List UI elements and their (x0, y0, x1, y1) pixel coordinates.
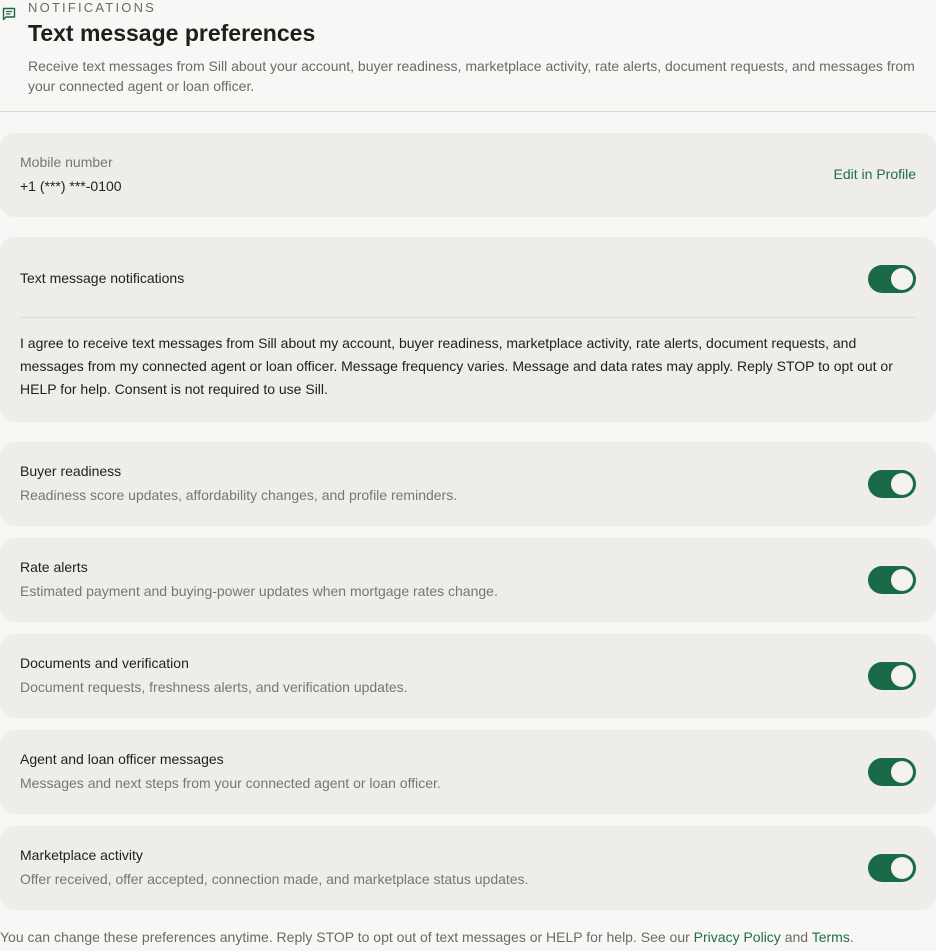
page-header: NOTIFICATIONS Text message preferences R… (0, 0, 936, 112)
divider (20, 317, 916, 318)
toggle-knob (891, 857, 913, 879)
buyer-readiness-toggle[interactable] (868, 470, 916, 498)
category-card-agent-messages: Agent and loan officer messages Messages… (0, 730, 936, 814)
mobile-number-label: Mobile number (20, 154, 113, 170)
category-card-rate-alerts: Rate alerts Estimated payment and buying… (0, 538, 936, 622)
toggle-knob (891, 761, 913, 783)
sms-master-toggle[interactable] (868, 265, 916, 293)
message-icon (1, 6, 17, 22)
toggle-knob (891, 473, 913, 495)
category-title: Agent and loan officer messages (20, 751, 224, 767)
section-eyebrow: NOTIFICATIONS (28, 0, 157, 15)
edit-in-profile-link[interactable]: Edit in Profile (834, 166, 916, 182)
terms-link[interactable]: Terms (812, 929, 850, 945)
privacy-policy-link[interactable]: Privacy Policy (694, 929, 781, 945)
category-title: Marketplace activity (20, 847, 143, 863)
category-card-buyer-readiness: Buyer readiness Readiness score updates,… (0, 442, 936, 526)
footer-text: You can change these preferences anytime… (0, 929, 690, 945)
rate-alerts-toggle[interactable] (868, 566, 916, 594)
category-description: Messages and next steps from your connec… (20, 775, 441, 791)
category-title: Rate alerts (20, 559, 88, 575)
documents-toggle[interactable] (868, 662, 916, 690)
mobile-number-value: +1 (***) ***-0100 (20, 178, 122, 194)
category-description: Offer received, offer accepted, connecti… (20, 871, 529, 887)
consent-text: I agree to receive text messages from Si… (20, 335, 893, 397)
category-card-marketplace: Marketplace activity Offer received, off… (0, 826, 936, 910)
toggle-knob (891, 268, 913, 290)
marketplace-toggle[interactable] (868, 854, 916, 882)
agent-messages-toggle[interactable] (868, 758, 916, 786)
footer-note: You can change these preferences anytime… (0, 929, 854, 945)
category-title: Buyer readiness (20, 463, 122, 479)
category-description: Document requests, freshness alerts, and… (20, 679, 408, 695)
category-title: Documents and verification (20, 655, 189, 671)
footer-and: and (784, 929, 809, 945)
page-title: Text message preferences (28, 20, 316, 46)
footer-period: . (849, 929, 854, 945)
toggle-knob (891, 665, 913, 687)
category-description: Estimated payment and buying-power updat… (20, 583, 498, 599)
sms-master-label: Text message notifications (20, 270, 185, 286)
toggle-knob (891, 569, 913, 591)
category-card-documents: Documents and verification Document requ… (0, 634, 936, 718)
category-description: Readiness score updates, affordability c… (20, 487, 458, 503)
mobile-number-card: Mobile number +1 (***) ***-0100 Edit in … (0, 133, 936, 217)
sms-master-card: Text message notifications I agree to re… (0, 237, 936, 422)
page-subtitle: Receive text messages from Sill about yo… (28, 58, 915, 94)
